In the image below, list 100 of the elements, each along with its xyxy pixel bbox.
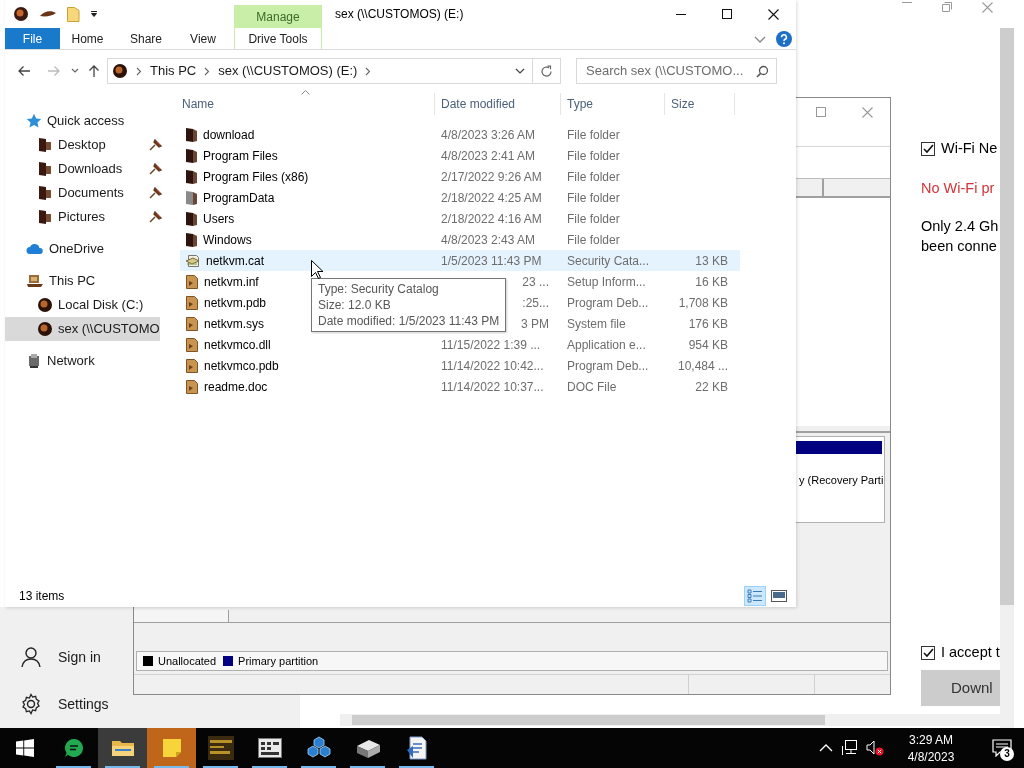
volume-muted-icon[interactable] <box>866 740 884 756</box>
nav-item[interactable]: Pictures <box>5 205 160 229</box>
pin-icon[interactable] <box>148 186 163 200</box>
details-view-button[interactable] <box>744 586 766 606</box>
checkbox[interactable] <box>921 645 935 660</box>
address-bar[interactable]: This PC sex (\\CUSTOMOS) (E:) <box>107 58 533 84</box>
date-text: 4/8/2023 2:43 AM <box>441 232 536 247</box>
folder-icon <box>110 738 135 758</box>
chevron-up-icon[interactable] <box>819 744 833 752</box>
file-name[interactable]: netkvmco.pdb <box>204 356 279 375</box>
file-name[interactable]: netkvm.sys <box>204 314 264 333</box>
type-text: Program Deb... <box>567 358 649 373</box>
date-text: 11/14/2022 10:37... <box>441 379 544 394</box>
menu-item[interactable]: Sign in <box>20 645 101 669</box>
file-icon <box>185 336 199 353</box>
type-text: System file <box>567 316 626 331</box>
pin-icon[interactable] <box>148 162 163 176</box>
file-name[interactable]: download <box>203 125 255 144</box>
clock-date: 4/8/2023 <box>906 748 956 766</box>
nav-item[interactable]: This PC <box>5 269 160 293</box>
ribbon-tab[interactable]: Home <box>60 28 115 49</box>
column-header[interactable]: Name <box>180 93 435 115</box>
clock[interactable]: 3:29 AM 4/8/2023 <box>892 730 970 766</box>
help-icon[interactable] <box>776 31 792 47</box>
keyboard-icon <box>257 738 282 758</box>
nav-item[interactable]: Documents <box>5 181 160 205</box>
drive-icon[interactable] <box>13 6 29 22</box>
restore-icon[interactable] <box>942 2 952 12</box>
date-text: 4/8/2023 2:41 AM <box>441 148 536 163</box>
leaf-icon[interactable] <box>39 10 57 18</box>
caret-icon <box>71 68 79 74</box>
drive-icon <box>37 297 53 313</box>
dropdown-icon[interactable] <box>515 68 525 74</box>
drive-icon <box>354 737 381 759</box>
ribbon-tab[interactable]: Share <box>115 28 177 49</box>
size-text: 13 KB <box>695 253 728 268</box>
column-header[interactable]: Date modified <box>435 93 561 115</box>
refresh-button[interactable] <box>533 58 561 84</box>
message-icon <box>992 739 1012 757</box>
notification-button[interactable]: 3 <box>980 728 1024 768</box>
nav-item[interactable]: Network <box>5 349 160 373</box>
chevron-icon[interactable] <box>365 66 372 76</box>
cloud-icon <box>26 243 44 255</box>
file-icon <box>185 294 199 311</box>
menu-item[interactable]: Settings <box>20 692 109 716</box>
item-count: 13 items <box>19 588 65 605</box>
chevron-icon[interactable] <box>204 66 211 76</box>
taskbar-app-button[interactable] <box>98 728 147 768</box>
folder-icon <box>185 210 198 227</box>
arrow-up-icon <box>88 64 100 78</box>
sticky-note-icon <box>160 737 183 759</box>
nav-item[interactable]: Quick access <box>5 109 160 133</box>
calendar-icon <box>207 736 234 760</box>
nav-item[interactable]: sex (\\CUSTOMO <box>5 317 160 341</box>
scrollbar[interactable] <box>340 714 1000 726</box>
file-name[interactable]: netkvm.cat <box>206 251 265 270</box>
column-header[interactable]: Size <box>665 93 735 115</box>
download-button[interactable]: Downl <box>921 670 1000 706</box>
pin-icon[interactable] <box>148 210 163 224</box>
size-text: 176 KB <box>688 316 728 331</box>
search-field[interactable]: Search sex (\\CUSTOMO... <box>576 58 777 84</box>
file-name[interactable]: netkvm.inf <box>204 272 259 291</box>
list-icon <box>747 589 763 603</box>
size-text: 954 KB <box>688 337 728 352</box>
file-name[interactable]: Program Files <box>203 146 278 165</box>
checkbox[interactable] <box>921 141 935 156</box>
chevron-icon[interactable] <box>754 36 766 44</box>
dropdown-icon[interactable] <box>90 10 98 18</box>
date-text: 2/18/2022 4:16 AM <box>441 211 542 226</box>
file-menu-button[interactable]: File <box>5 28 60 49</box>
file-name[interactable]: netkvmco.dll <box>204 335 271 354</box>
column-header[interactable]: Type <box>561 93 665 115</box>
nav-item[interactable]: Desktop <box>5 133 160 157</box>
context-tab-label[interactable]: Manage <box>234 5 322 28</box>
breadcrumb[interactable]: sex (\\CUSTOMOS) (E:) <box>218 61 358 81</box>
scrollbar[interactable] <box>1000 28 1014 728</box>
file-name[interactable]: Users <box>203 209 235 228</box>
person-icon <box>20 646 42 668</box>
size-text: 22 KB <box>695 379 728 394</box>
file-name[interactable]: ProgramData <box>203 188 275 207</box>
type-text: File folder <box>567 211 620 226</box>
pin-icon[interactable] <box>148 138 163 152</box>
file-name[interactable]: Windows <box>203 230 252 249</box>
ribbon-tab[interactable]: View <box>177 28 229 49</box>
file-name[interactable]: readme.doc <box>204 377 268 396</box>
file-row[interactable]: netkvm.cat 1/5/2023 11:43 PM Security Cata... 13 KB <box>180 250 740 271</box>
close-icon[interactable] <box>982 2 993 13</box>
maximize-icon[interactable] <box>816 107 826 117</box>
nav-item[interactable]: OneDrive <box>5 237 160 261</box>
picture-frame-icon <box>771 590 787 602</box>
file-name[interactable]: Program Files (x86) <box>203 167 309 186</box>
chevron-icon[interactable] <box>136 66 142 76</box>
ribbon-tab[interactable]: Drive Tools <box>234 28 322 49</box>
network-icon[interactable] <box>842 740 860 756</box>
file-name[interactable]: netkvm.pdb <box>204 293 267 312</box>
minimize-icon <box>676 13 686 15</box>
close-icon[interactable] <box>861 106 873 118</box>
nav-item[interactable]: Downloads <box>5 157 160 181</box>
nav-item[interactable]: Local Disk (C:) <box>5 293 160 317</box>
breadcrumb[interactable]: This PC <box>150 61 197 81</box>
